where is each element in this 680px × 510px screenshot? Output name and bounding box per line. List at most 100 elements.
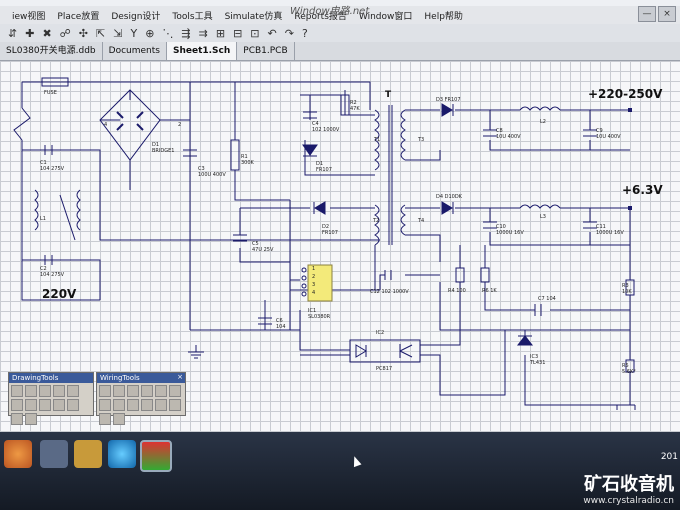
pc817-led — [355, 344, 367, 358]
toolbar-icon-13[interactable]: ⊟ — [233, 27, 242, 40]
probe-tool-icon[interactable] — [113, 413, 125, 425]
toolbar-icon-14[interactable]: ⊡ — [250, 27, 259, 40]
label-t2: T2 — [372, 218, 379, 224]
polygon-tool-icon[interactable] — [25, 385, 37, 397]
folder-icon[interactable] — [74, 440, 102, 468]
label-r3: R3 10K — [622, 283, 632, 295]
rectangle-tool-icon[interactable] — [11, 399, 23, 411]
label-ic1-pin4: 4 — [312, 290, 315, 296]
close-icon[interactable]: × — [177, 373, 183, 381]
wire-tool-icon[interactable] — [99, 385, 111, 397]
image-tool-icon[interactable] — [53, 399, 65, 411]
toolbar: ⇵ ✚ ✖ ☍ ✣ ⇱ ⇲ Y ⊕ ⋱ ⇶ ⇉ ⊞ ⊟ ⊡ ↶ ↷? — [0, 24, 680, 43]
l2-symbol — [519, 106, 561, 111]
window-buttons: — × — [638, 6, 676, 22]
toolbar-icon-6[interactable]: ⇲ — [113, 27, 122, 40]
menu-tools[interactable]: Tools工具 — [172, 9, 212, 22]
toolbar-icon-7[interactable]: Y — [130, 27, 137, 40]
label-r4: R4 100 — [448, 288, 466, 294]
power-port-tool-icon[interactable] — [155, 385, 167, 397]
t4-coil — [400, 204, 406, 236]
label-d1: D1 FR107 — [316, 161, 332, 173]
toolbar-icon-3[interactable]: ☍ — [60, 27, 71, 40]
label-node4: 4 — [104, 122, 107, 128]
toolbar-icon-8[interactable]: ⊕ — [145, 27, 154, 40]
taskbar — [0, 432, 680, 510]
menu-design[interactable]: Design设计 — [111, 9, 160, 22]
varistor-symbol — [13, 107, 31, 141]
toolbar-icon-1[interactable]: ✚ — [25, 27, 34, 40]
toolbar-icon-16[interactable]: ↷ — [285, 27, 294, 40]
drawing-tools-title: DrawingTools — [9, 373, 93, 383]
net-label-tool-icon[interactable] — [141, 385, 153, 397]
l1-left — [34, 189, 39, 231]
toolbar-icon-11[interactable]: ⇉ — [199, 27, 208, 40]
junction-tool-icon[interactable] — [141, 399, 153, 411]
toolbar-icon-0[interactable]: ⇵ — [8, 27, 17, 40]
text-tool-icon[interactable] — [67, 385, 79, 397]
toolbar-icon-4[interactable]: ✣ — [79, 27, 88, 40]
ellipse-tool-icon[interactable] — [25, 399, 37, 411]
watermark-title: 矿石收音机 — [584, 474, 674, 495]
tab-documents[interactable]: Documents — [103, 42, 167, 60]
label-r2: R2 47K — [350, 100, 360, 112]
minimize-button[interactable]: — — [638, 6, 656, 22]
label-output-hv: +220-250V — [588, 87, 663, 101]
tab-sheet1[interactable]: Sheet1.Sch — [166, 42, 238, 60]
frame-tool-icon[interactable] — [11, 413, 23, 425]
no-erc-tool-icon[interactable] — [155, 399, 167, 411]
close-button[interactable]: × — [658, 6, 676, 22]
line-tool-icon[interactable] — [11, 385, 23, 397]
tab-pcb1[interactable]: PCB1.PCB — [237, 42, 295, 60]
menu-simulate[interactable]: Simulate仿真 — [225, 9, 283, 22]
menu-help[interactable]: Help帮助 — [424, 9, 463, 22]
pie-tool-icon[interactable] — [39, 399, 51, 411]
menu-view[interactable]: iew视图 — [12, 9, 45, 22]
c12-symbol — [384, 270, 392, 280]
toolbar-icon-10[interactable]: ⇶ — [181, 27, 190, 40]
label-c3: C3 100U 400V — [198, 166, 226, 178]
c10-symbol — [483, 221, 497, 229]
sheet-entry-tool-icon[interactable] — [113, 399, 125, 411]
pc817-body — [349, 339, 421, 363]
label-l3: L3 — [540, 214, 546, 220]
ie-icon[interactable] — [108, 440, 136, 468]
wiring-tools-title: WiringTools — [97, 373, 185, 383]
bus-tool-icon[interactable] — [113, 385, 125, 397]
tab-ddb[interactable]: SL0380开关电源.ddb — [0, 42, 103, 60]
menu-place[interactable]: Place放置 — [57, 9, 99, 22]
bus-entry-tool-icon[interactable] — [127, 385, 139, 397]
round-rect-tool-icon[interactable] — [25, 413, 37, 425]
port-tool-icon[interactable] — [127, 399, 139, 411]
toolbar-icon-2[interactable]: ✖ — [42, 27, 51, 40]
directive-tool-icon[interactable] — [99, 413, 111, 425]
ic3-symbol — [516, 335, 534, 346]
arc-tool-icon[interactable] — [39, 385, 51, 397]
toolbar-icon-17[interactable]: ? — [302, 27, 308, 40]
screen: iew视图 Place放置 Design设计 Tools工具 Simulate仿… — [0, 0, 680, 432]
drawing-tools-panel[interactable]: DrawingTools — [8, 372, 94, 425]
r4-symbol — [455, 267, 465, 283]
pcb-layout-tool-icon[interactable] — [169, 399, 181, 411]
toolbar-icon-5[interactable]: ⇱ — [96, 27, 105, 40]
l3-symbol — [519, 204, 561, 209]
t2-coil — [374, 204, 380, 246]
media-player-icon[interactable] — [40, 440, 68, 468]
c8-symbol — [483, 129, 497, 137]
label-c7: C7 104 — [538, 296, 556, 302]
label-ic1-pin1: 1 — [312, 266, 315, 272]
protel-icon[interactable] — [140, 440, 172, 472]
l1-core — [59, 194, 76, 241]
wiring-tools-panel[interactable]: WiringTools × — [96, 372, 186, 425]
toolbar-icon-15[interactable]: ↶ — [268, 27, 277, 40]
part-tool-icon[interactable] — [169, 385, 181, 397]
toolbar-icon-12[interactable]: ⊞ — [216, 27, 225, 40]
bezier-tool-icon[interactable] — [53, 385, 65, 397]
label-c11: C11 1000U 16V — [596, 224, 624, 236]
chrome-icon[interactable] — [4, 440, 32, 468]
sheet-tool-icon[interactable] — [99, 399, 111, 411]
c9-symbol — [583, 129, 597, 137]
label-d2: D2 FR107 — [322, 224, 338, 236]
array-tool-icon[interactable] — [67, 399, 79, 411]
toolbar-icon-9[interactable]: ⋱ — [162, 27, 173, 40]
